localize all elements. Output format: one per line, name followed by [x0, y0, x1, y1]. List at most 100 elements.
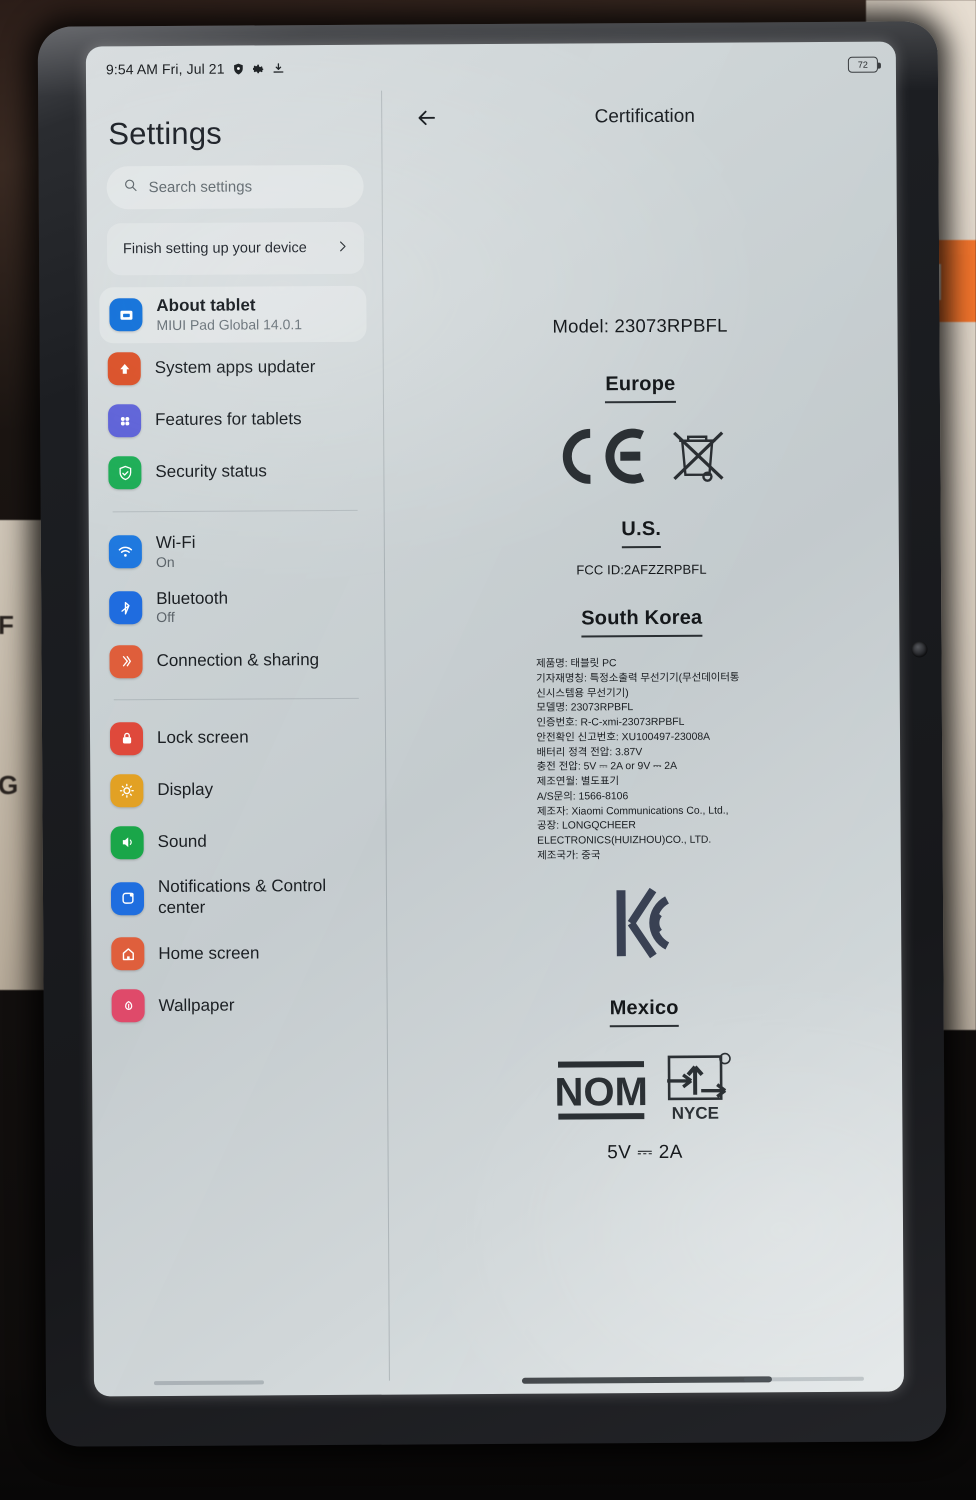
kr-line: 제품명: 태블릿 PC — [536, 658, 617, 670]
sidebar-item-label: Wallpaper — [158, 995, 235, 1015]
flower-icon — [111, 989, 145, 1023]
battery-indicator: 72 — [847, 56, 878, 73]
kr-line: A/S문의: 1566-8106 — [536, 791, 629, 803]
download-icon — [272, 62, 285, 75]
sidebar-item-connection-sharing[interactable]: Connection & sharing — [89, 634, 384, 688]
sidebar-divider — [112, 509, 358, 513]
gesture-hint-left — [153, 1380, 264, 1386]
sidebar-item-lock-screen[interactable]: Lock screen — [90, 711, 385, 765]
sidebar-item-label: Notifications & Control center — [157, 876, 327, 918]
detail-header: Certification — [381, 88, 896, 147]
kc-mark-icon — [612, 884, 675, 967]
sidebar-item-about-tablet[interactable]: About tablet MIUI Pad Global 14.0.1 — [99, 285, 367, 344]
sidebar-item-sound[interactable]: Sound — [90, 815, 385, 869]
sidebar-item-bluetooth[interactable]: Bluetooth Off — [89, 578, 384, 636]
notifications-icon — [110, 881, 145, 916]
sidebar-item-security-status[interactable]: Security status — [88, 445, 383, 499]
region-heading-mexico: Mexico — [609, 996, 679, 1028]
sidebar-item-sub: On — [155, 553, 175, 570]
kr-line: 인증번호: R-C-xmi-23073RPBFL — [536, 716, 685, 729]
weee-bin-icon — [668, 425, 728, 492]
region-heading-south-korea: South Korea — [581, 606, 703, 638]
shield-check-icon — [108, 456, 142, 490]
wifi-icon — [108, 535, 142, 569]
sidebar-item-label: System apps updater — [154, 357, 316, 378]
connection-sharing-icon — [109, 645, 143, 679]
sidebar-item-features-for-tablets[interactable]: Features for tablets — [88, 393, 383, 447]
finish-setup-card[interactable]: Finish setting up your device — [106, 221, 365, 276]
sidebar-item-sub: Off — [156, 609, 175, 626]
sidebar-item-notifications-control-center[interactable]: Notifications & Control center — [91, 867, 386, 928]
gesture-hint-right — [743, 1376, 864, 1382]
lock-icon — [109, 722, 144, 756]
sidebar-item-label: Display — [157, 779, 214, 800]
detail-title: Certification — [594, 105, 695, 128]
tablet-device: 9:54 AM Fri, Jul 21 72 Settings Search s… — [37, 21, 947, 1447]
sidebar-item-label: About tablet — [156, 295, 256, 316]
mexico-power-rating: 5V ⎓ 2A — [607, 1141, 683, 1164]
search-icon — [123, 177, 139, 198]
south-korea-details: 제품명: 태블릿 PC 기자재명칭: 특정소출력 무선기기(무선데이터통신시스템… — [536, 656, 749, 864]
kr-line: 기자재명칭: 특정소출력 무선기기(무선데이터통신시스템용 무선기기) — [536, 672, 740, 700]
sidebar-item-label: Security status — [155, 461, 267, 482]
bluetooth-icon — [109, 591, 143, 625]
mexico-marks: NOM NYCE — [554, 1050, 734, 1128]
tablet-screen: 9:54 AM Fri, Jul 21 72 Settings Search s… — [85, 41, 905, 1397]
sidebar-item-wifi[interactable]: Wi-Fi On — [89, 522, 384, 580]
fcc-id: FCC ID:2AFZZRPBFL — [576, 561, 707, 578]
background-box-letter-1: F — [0, 610, 14, 640]
sidebar-item-label: Sound — [157, 831, 207, 852]
svg-text:NOM: NOM — [554, 1070, 646, 1115]
background-box-letter-2: G — [0, 770, 18, 800]
sidebar-item-label: Features for tablets — [155, 409, 302, 430]
kr-line: 제조연월: 별도표기 — [536, 776, 620, 788]
kr-line: 제조국가: 중국 — [537, 850, 601, 862]
sidebar-item-label: Lock screen — [156, 727, 249, 748]
status-bar-clock: 9:54 AM Fri, Jul 21 — [105, 60, 225, 78]
nom-mark-icon: NOM — [554, 1057, 647, 1129]
kr-line: 공장: LONGQCHEER ELECTRONICS(HUIZHOU)CO., … — [537, 820, 712, 847]
ce-mark-icon — [554, 425, 650, 493]
shield-icon — [232, 62, 245, 75]
region-heading-europe: Europe — [605, 372, 676, 404]
chevron-right-icon — [335, 238, 350, 257]
kr-line: 안전확인 신고번호: XU100497-23008A — [536, 731, 711, 744]
gear-icon — [252, 62, 265, 75]
sidebar-item-display[interactable]: Display — [90, 763, 385, 817]
search-input[interactable]: Search settings — [106, 164, 364, 210]
gesture-nav-bar[interactable] — [521, 1376, 772, 1384]
sidebar-item-sub: MIUI Pad Global 14.0.1 — [156, 315, 303, 333]
speaker-icon — [110, 826, 144, 860]
kr-line: 모델명: 23073RPBFL — [536, 702, 634, 715]
certification-pane: Certification Model: 23073RPBFL Europe U… — [381, 88, 904, 1395]
settings-layout: Settings Search settings Finish setting … — [86, 88, 904, 1397]
up-arrow-icon — [107, 352, 141, 386]
page-title: Settings — [108, 115, 223, 152]
sidebar-item-label: Bluetooth — [156, 588, 229, 608]
back-arrow-icon[interactable] — [411, 102, 441, 132]
nyce-mark-icon: NYCE — [660, 1050, 734, 1127]
photo-scene: F G 9:54 AM Fri, Jul 21 72 Settings Sear… — [0, 0, 976, 1500]
sidebar-item-label: Connection & sharing — [156, 650, 320, 671]
finish-setup-label: Finish setting up your device — [122, 240, 307, 258]
settings-sidebar: Settings Search settings Finish setting … — [86, 91, 389, 1397]
kr-line: 배터리 정격 전압: 3.87V — [536, 746, 643, 759]
nyce-label: NYCE — [671, 1103, 718, 1122]
sidebar-item-wallpaper[interactable]: Wallpaper — [91, 979, 386, 1033]
tablet-icon — [109, 298, 143, 332]
front-camera-icon — [911, 641, 928, 658]
region-heading-us: U.S. — [621, 517, 662, 549]
kr-line: 충전 전압: 5V ⎓ 2A or 9V ⎓ 2A — [536, 761, 678, 774]
settings-nav-list: About tablet MIUI Pad Global 14.0.1 Syst… — [87, 285, 387, 1053]
brightness-icon — [110, 774, 144, 808]
kr-line: 제조자: Xiaomi Communications Co., Ltd., — [536, 805, 729, 818]
status-bar: 9:54 AM Fri, Jul 21 72 — [86, 42, 896, 93]
certification-content: Model: 23073RPBFL Europe U.S. FCC ID:2AF… — [381, 144, 902, 1166]
battery-percent: 72 — [857, 59, 869, 70]
home-icon — [111, 937, 145, 971]
four-dots-icon — [107, 404, 142, 438]
sidebar-item-system-apps-updater[interactable]: System apps updater — [88, 341, 383, 395]
sidebar-item-home-screen[interactable]: Home screen — [91, 927, 386, 981]
search-placeholder: Search settings — [148, 178, 253, 197]
sidebar-divider — [113, 698, 359, 701]
